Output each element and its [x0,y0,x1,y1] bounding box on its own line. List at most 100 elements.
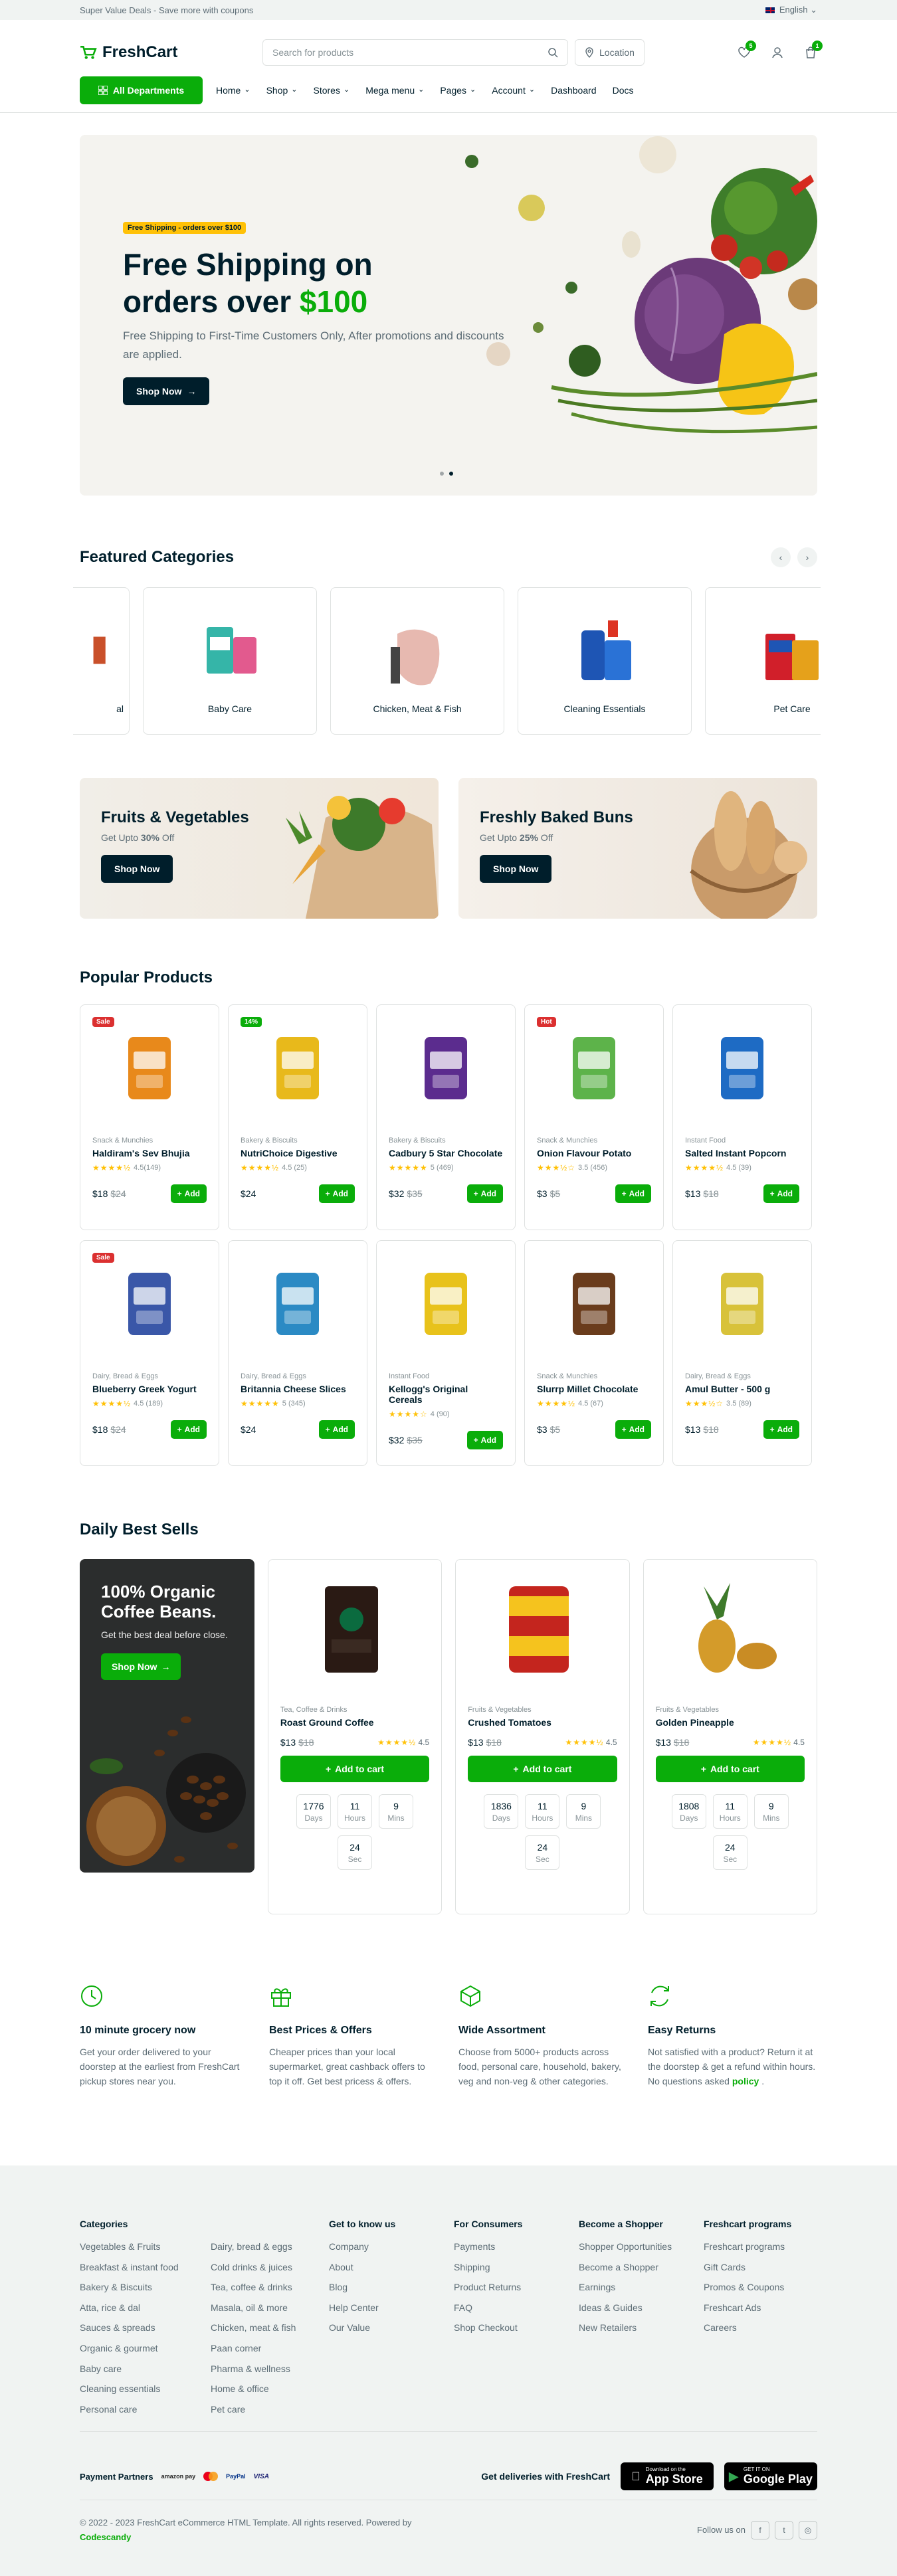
product-name[interactable]: Salted Instant Popcorn [685,1148,799,1158]
add-to-cart-button[interactable]: + Add to cart [655,1756,805,1782]
footer-link[interactable]: Tea, coffee & drinks [211,2277,329,2298]
add-to-cart-button[interactable]: + Add [615,1420,651,1439]
promo-shop-now-button[interactable]: Shop Now [480,855,552,883]
product-name[interactable]: Slurrp Millet Chocolate [537,1384,651,1394]
cart-button[interactable]: 1 [804,40,823,59]
footer-link[interactable]: Shipping [454,2257,579,2278]
product-card[interactable]: Instant Food Kellogg's Original Cereals … [376,1240,516,1466]
footer-link[interactable]: Freshcart Ads [704,2298,817,2318]
twitter-icon[interactable]: t [775,2521,793,2539]
add-to-cart-button[interactable]: + Add [318,1184,355,1203]
add-to-cart-button[interactable]: + Add [466,1431,503,1449]
footer-link[interactable]: Earnings [579,2277,704,2298]
daily-product-card[interactable]: Tea, Coffee & Drinks Roast Ground Coffee… [267,1559,443,1914]
daily-product-card[interactable]: Fruits & Vegetables Crushed Tomatoes $13… [455,1559,630,1914]
category-card[interactable]: al [73,587,130,735]
product-name[interactable]: Britannia Cheese Slices [241,1384,355,1394]
instagram-icon[interactable]: ◎ [799,2521,817,2539]
footer-link[interactable]: Vegetables & Fruits [80,2237,211,2257]
footer-link[interactable]: Become a Shopper [579,2257,704,2278]
search-icon[interactable] [548,47,558,58]
footer-link[interactable]: Careers [704,2318,817,2338]
add-to-cart-button[interactable]: + Add [763,1420,799,1439]
policy-link[interactable]: policy [732,2076,759,2086]
coffee-shop-now-button[interactable]: Shop Now → [101,1653,181,1680]
footer-link[interactable]: Ideas & Guides [579,2298,704,2318]
nav-item-home[interactable]: Home [216,85,250,96]
footer-link[interactable]: Home & office [211,2379,329,2399]
footer-link[interactable]: Masala, oil & more [211,2298,329,2318]
footer-link[interactable]: Pharma & wellness [211,2359,329,2379]
product-name[interactable]: Kellogg's Original Cereals [389,1384,503,1405]
google-play-button[interactable]: ▶ GET IT ON Google Play [724,2462,817,2490]
add-to-cart-button[interactable]: + Add to cart [280,1756,430,1782]
footer-link[interactable]: Chicken, meat & fish [211,2318,329,2338]
search-input[interactable]: Search for products [262,39,568,66]
footer-link[interactable]: About [329,2257,454,2278]
nav-item-docs[interactable]: Docs [613,85,634,96]
category-card[interactable]: Cleaning Essentials [518,587,692,735]
add-to-cart-button[interactable]: + Add [763,1184,799,1203]
add-to-cart-button[interactable]: + Add [170,1184,207,1203]
nav-item-shop[interactable]: Shop [266,85,298,96]
footer-link[interactable]: Bakery & Biscuits [80,2277,211,2298]
carousel-dot[interactable] [440,472,444,476]
footer-link[interactable]: Promos & Coupons [704,2277,817,2298]
footer-link[interactable]: Product Returns [454,2277,579,2298]
add-to-cart-button[interactable]: + Add [466,1184,503,1203]
footer-link[interactable]: Breakfast & instant food [80,2257,211,2278]
product-name[interactable]: Crushed Tomatoes [468,1717,617,1728]
footer-link[interactable]: New Retailers [579,2318,704,2338]
footer-link[interactable]: Pet care [211,2399,329,2420]
product-card[interactable]: Sale Snack & Munchies Haldiram's Sev Bhu… [80,1004,219,1230]
product-name[interactable]: Blueberry Greek Yogurt [92,1384,207,1394]
add-to-cart-button[interactable]: + Add [318,1420,355,1439]
product-name[interactable]: Cadbury 5 Star Chocolate [389,1148,503,1158]
logo[interactable]: FreshCart [80,43,262,62]
facebook-icon[interactable]: f [751,2521,769,2539]
wishlist-button[interactable]: 5 [738,40,756,59]
footer-link[interactable]: Cold drinks & juices [211,2257,329,2278]
footer-link[interactable]: Freshcart programs [704,2237,817,2257]
add-to-cart-button[interactable]: + Add [615,1184,651,1203]
daily-product-card[interactable]: Fruits & Vegetables Golden Pineapple $13… [643,1559,817,1914]
footer-link[interactable]: Dairy, bread & eggs [211,2237,329,2257]
footer-link[interactable]: Cleaning essentials [80,2379,211,2399]
footer-link[interactable]: Baby care [80,2359,211,2379]
promo-shop-now-button[interactable]: Shop Now [101,855,173,883]
footer-link[interactable]: Paan corner [211,2338,329,2359]
nav-item-pages[interactable]: Pages [440,85,476,96]
nav-item-account[interactable]: Account [492,85,535,96]
nav-item-stores[interactable]: Stores [314,85,350,96]
footer-link[interactable]: Sauces & spreads [80,2318,211,2338]
product-name[interactable]: NutriChoice Digestive [241,1148,355,1158]
product-card[interactable]: Sale Dairy, Bread & Eggs Blueberry Greek… [80,1240,219,1466]
product-card[interactable]: 14% Bakery & Biscuits NutriChoice Digest… [228,1004,367,1230]
footer-link[interactable]: Shop Checkout [454,2318,579,2338]
account-button[interactable] [771,46,784,59]
nav-item-dashboard[interactable]: Dashboard [551,85,597,96]
footer-link[interactable]: Company [329,2237,454,2257]
language-selector[interactable]: English ⌄ [764,5,817,15]
footer-link[interactable]: FAQ [454,2298,579,2318]
carousel-prev-button[interactable]: ‹ [771,547,791,567]
nav-item-mega-menu[interactable]: Mega menu [365,85,424,96]
footer-link[interactable]: Personal care [80,2399,211,2420]
product-name[interactable]: Haldiram's Sev Bhujia [92,1148,207,1158]
product-name[interactable]: Roast Ground Coffee [280,1717,429,1728]
product-name[interactable]: Golden Pineapple [656,1717,805,1728]
footer-link[interactable]: Atta, rice & dal [80,2298,211,2318]
all-departments-button[interactable]: All Departments [80,76,203,104]
product-card[interactable]: Instant Food Salted Instant Popcorn ★★★★… [672,1004,812,1230]
category-card[interactable]: Chicken, Meat & Fish [330,587,504,735]
category-card[interactable]: Baby Care [143,587,317,735]
footer-link[interactable]: Shopper Opportunities [579,2237,704,2257]
carousel-dot-active[interactable] [449,472,453,476]
add-to-cart-button[interactable]: + Add [170,1420,207,1439]
location-button[interactable]: Location [575,39,645,66]
footer-link[interactable]: Gift Cards [704,2257,817,2278]
footer-link[interactable]: Help Center [329,2298,454,2318]
product-card[interactable]: Bakery & Biscuits Cadbury 5 Star Chocola… [376,1004,516,1230]
footer-link[interactable]: Payments [454,2237,579,2257]
footer-link[interactable]: Our Value [329,2318,454,2338]
